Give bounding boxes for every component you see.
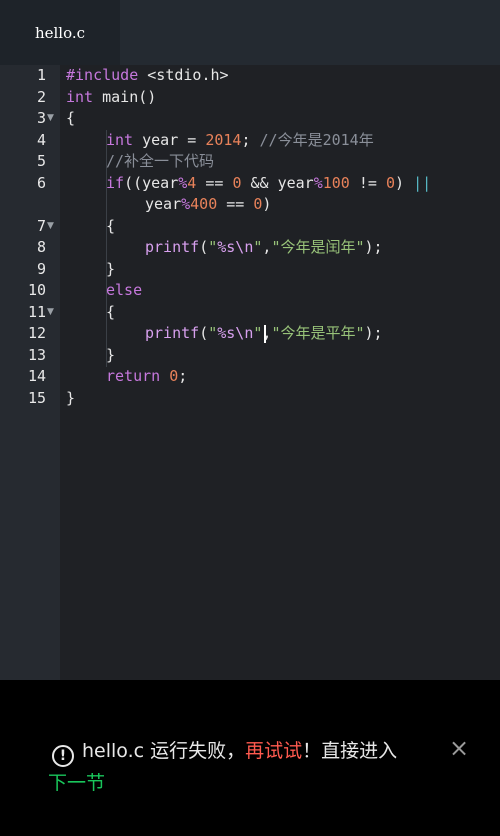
line-number: 13 bbox=[27, 345, 46, 364]
next-section-link[interactable]: 下一节 bbox=[48, 772, 105, 794]
line-number: 9 bbox=[36, 259, 46, 278]
indent-guide bbox=[106, 323, 107, 345]
code-line-1: #include <stdio.h> bbox=[66, 66, 229, 84]
code-line-7: { bbox=[106, 216, 116, 235]
line-number: 14 bbox=[27, 367, 46, 385]
toast-message-suffix: ！直接进入 bbox=[302, 740, 398, 762]
line-number-gutter: 1 2 3 ▼ 4 5 6 7 ▼ 8 9 10 11 ▼ 12 13 14 1… bbox=[0, 65, 60, 680]
code-line-13: } bbox=[106, 345, 116, 364]
text-cursor bbox=[264, 324, 266, 343]
retry-link[interactable]: 再试试 bbox=[245, 740, 302, 762]
line-number: 7 bbox=[36, 216, 46, 235]
code-line-6-wrap: year%400 == 0) bbox=[145, 195, 272, 213]
tab-hello-c[interactable]: hello.c bbox=[0, 0, 120, 65]
toast-message-text: hello.c 运行失败， bbox=[82, 740, 246, 762]
code-editor[interactable]: 1 2 3 ▼ 4 5 6 7 ▼ 8 9 10 11 ▼ 12 13 14 1… bbox=[0, 65, 500, 680]
line-number: 6 bbox=[36, 173, 46, 192]
line-number: 12 bbox=[27, 324, 46, 342]
code-line-14: return 0; bbox=[106, 367, 188, 385]
line-number: 4 bbox=[36, 130, 46, 149]
line-number: 2 bbox=[36, 87, 46, 106]
line-number: 3 bbox=[36, 109, 46, 127]
code-line-3: { bbox=[66, 109, 76, 127]
tab-label: hello.c bbox=[34, 23, 86, 42]
fold-arrow-icon[interactable]: ▼ bbox=[47, 108, 54, 130]
code-line-9: } bbox=[106, 259, 116, 278]
line-number: 15 bbox=[27, 388, 46, 407]
tab-bar: hello.c bbox=[0, 0, 500, 65]
line-number: 11 bbox=[27, 302, 46, 321]
fold-arrow-icon[interactable]: ▼ bbox=[47, 302, 54, 324]
code-text-area[interactable]: #include <stdio.h> int main() { int year… bbox=[60, 65, 500, 680]
line-number: 1 bbox=[36, 66, 46, 84]
alert-circle-icon: ! bbox=[52, 745, 74, 767]
toast-message: ! hello.c 运行失败，再试试！直接进入下一节 bbox=[48, 735, 448, 799]
code-line-8: printf("%s\n","今年是闰年"); bbox=[145, 238, 383, 256]
code-line-15: } bbox=[66, 388, 76, 407]
code-line-10: else bbox=[106, 281, 143, 299]
code-line-11: { bbox=[106, 302, 116, 321]
fold-arrow-icon[interactable]: ▼ bbox=[47, 216, 54, 238]
code-line-4: int year = 2014; //今年是2014年 bbox=[106, 130, 374, 149]
code-line-2: int main() bbox=[66, 87, 157, 106]
line-number: 5 bbox=[36, 152, 46, 170]
indent-guide bbox=[106, 237, 107, 259]
code-line-6: if((year%4 == 0 && year%100 != 0) || bbox=[106, 173, 432, 192]
code-line-5: //补全一下代码 bbox=[106, 152, 215, 170]
run-result-toast: ! hello.c 运行失败，再试试！直接进入下一节 × bbox=[0, 680, 500, 836]
line-number: 8 bbox=[36, 238, 46, 256]
line-number: 10 bbox=[27, 281, 46, 299]
close-icon[interactable]: × bbox=[449, 736, 469, 760]
